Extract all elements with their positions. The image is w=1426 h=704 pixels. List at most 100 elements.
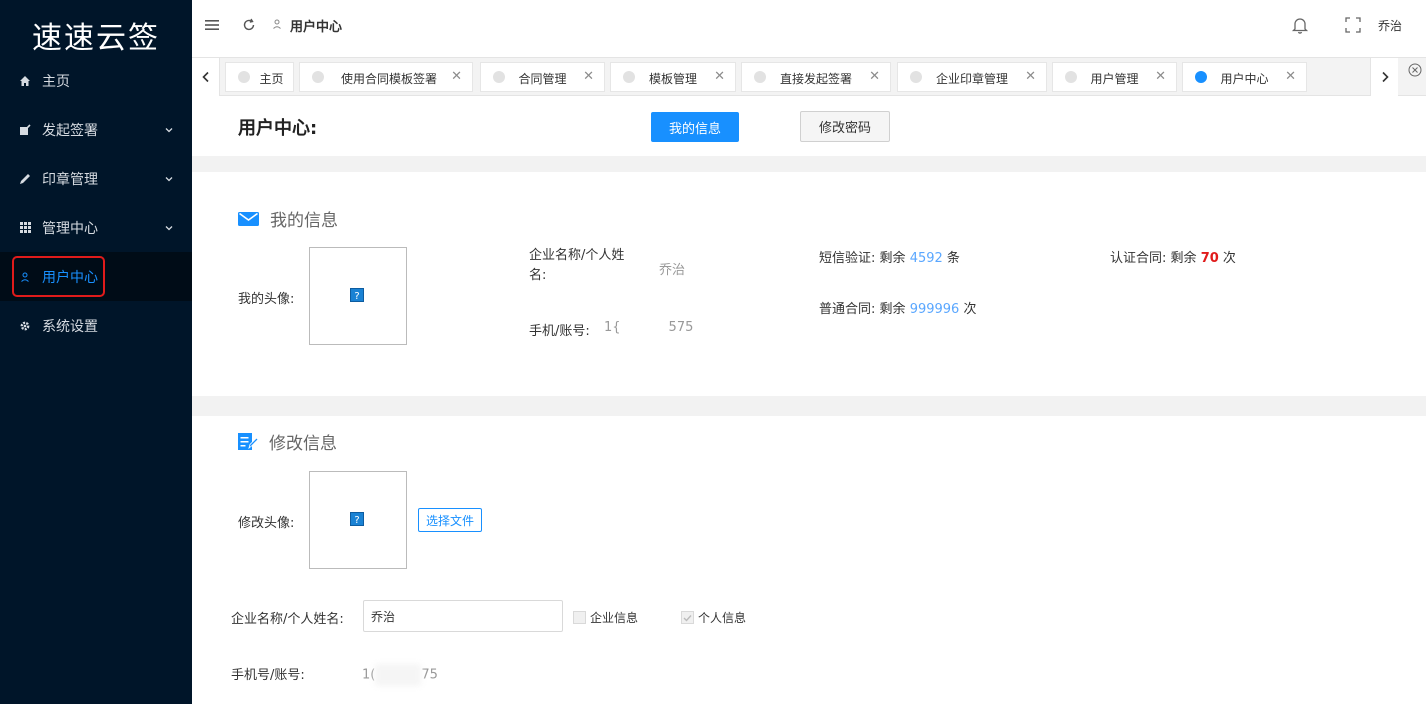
breadcrumb-label: 用户中心 <box>290 19 343 35</box>
close-icon[interactable]: ✕ <box>583 70 594 83</box>
close-icon[interactable]: ✕ <box>714 70 725 83</box>
section-title-my-info: 我的信息 <box>238 206 338 231</box>
avatar-label: 我的头像: <box>238 292 295 307</box>
tab-label: 使用合同模板签署 <box>340 72 437 86</box>
cert-remaining-text: 剩余 <box>1170 251 1197 266</box>
tab-template-manage[interactable]: 模板管理 ✕ <box>610 62 736 92</box>
cert-label: 认证合同: <box>1110 251 1167 266</box>
pen-icon <box>18 172 32 186</box>
account-prefix: 1( <box>362 667 376 683</box>
sms-label: 短信验证: <box>819 251 876 266</box>
close-icon[interactable]: ✕ <box>1285 70 1296 83</box>
chevron-left-icon <box>201 68 211 87</box>
choose-file-button[interactable]: 选择文件 <box>418 508 482 532</box>
redaction-blur <box>375 664 422 686</box>
chevron-right-icon <box>1380 68 1390 87</box>
sidebar-item-label: 系统设置 <box>42 318 98 335</box>
edit-avatar-preview: ? <box>309 471 407 569</box>
sidebar-item-settings[interactable]: 系统设置 <box>0 301 192 350</box>
tab-direct-sign[interactable]: 直接发起签署 ✕ <box>741 62 891 92</box>
checkbox-label: 企业信息 <box>590 611 639 625</box>
account-suffix: 75 <box>421 667 438 683</box>
close-icon[interactable]: ✕ <box>1025 70 1036 83</box>
company-info-checkbox[interactable]: 企业信息 <box>573 609 638 626</box>
refresh-icon[interactable] <box>242 18 256 32</box>
broken-image-icon: ? <box>350 288 366 304</box>
tab-user-manage[interactable]: 用户管理 ✕ <box>1052 62 1177 92</box>
sidebar-item-label: 管理中心 <box>42 220 98 237</box>
tab-seal-manage[interactable]: 企业印章管理 ✕ <box>897 62 1047 92</box>
chevron-down-icon <box>164 123 174 139</box>
broken-image-icon: ? <box>350 512 366 528</box>
edit-name-label: 企业名称/个人姓名: <box>231 612 344 627</box>
normal-contract-quota: 普通合同: 剩余 999996 次 <box>819 298 976 317</box>
edit-info-panel: 修改信息 修改头像: ? 选择文件 企业名称/个人姓名: 企业信息 个人信息 手… <box>192 416 1426 704</box>
normal-remaining-text: 剩余 <box>879 302 906 317</box>
account-prefix: 1{ <box>604 320 621 335</box>
edit-note-icon <box>238 432 258 451</box>
tabs-scroll-left-button[interactable] <box>192 58 220 96</box>
name-value: 乔治 <box>659 263 686 278</box>
close-icon[interactable]: ✕ <box>1155 70 1166 83</box>
username[interactable]: 乔治 <box>1378 17 1402 34</box>
user-icon <box>272 18 282 33</box>
normal-value: 999996 <box>909 302 960 317</box>
svg-text:?: ? <box>354 515 359 526</box>
account-suffix: 575 <box>668 320 694 335</box>
page-title: 用户中心: <box>238 118 318 139</box>
chevron-down-icon <box>164 172 174 188</box>
tabs-scroll-right-button[interactable] <box>1370 58 1398 96</box>
sidebar-item-label: 印章管理 <box>42 171 98 188</box>
tab-contract-template-sign[interactable]: 使用合同模板签署 ✕ <box>299 62 473 92</box>
name-input[interactable] <box>363 600 563 632</box>
tab-contract-manage[interactable]: 合同管理 ✕ <box>480 62 605 92</box>
normal-unit: 次 <box>963 302 977 317</box>
sidebar-item-home[interactable]: 主页 <box>0 56 192 105</box>
change-password-button[interactable]: 修改密码 <box>800 111 890 142</box>
check-icon <box>683 614 692 622</box>
sms-value: 4592 <box>909 251 943 266</box>
header-right: 乔治 <box>1290 0 1426 50</box>
tab-label: 直接发起签署 <box>779 72 852 86</box>
tab-label: 企业印章管理 <box>935 72 1008 86</box>
highlight-box <box>12 256 105 297</box>
edit-square-icon <box>18 123 32 137</box>
normal-label: 普通合同: <box>819 302 876 317</box>
close-icon[interactable]: ✕ <box>869 70 880 83</box>
sidebar-item-start-sign[interactable]: 发起签署 <box>0 105 192 154</box>
sidebar-item-seal[interactable]: 印章管理 <box>0 154 192 203</box>
section-title-label: 我的信息 <box>270 211 338 231</box>
close-icon[interactable]: ✕ <box>451 70 462 83</box>
breadcrumb: 用户中心 <box>272 16 342 35</box>
cert-contract-quota: 认证合同: 剩余 70 次 <box>1110 247 1236 266</box>
sidebar: 速速云签 主页 发起签署 印章管理 管理中心 用户中心 系统设置 <box>0 0 192 704</box>
checkbox-label: 个人信息 <box>698 611 747 625</box>
gear-icon <box>18 319 32 333</box>
sms-remaining-text: 剩余 <box>879 251 906 266</box>
main-content: 用户中心: 我的信息 修改密码 我的信息 我的头像: ? 企业名称/个人姓名: … <box>192 96 1426 704</box>
close-all-tabs-icon[interactable] <box>1408 62 1422 81</box>
tab-user-center[interactable]: 用户中心 ✕ <box>1182 62 1307 92</box>
sidebar-item-admin[interactable]: 管理中心 <box>0 203 192 252</box>
section-title-edit-info: 修改信息 <box>238 429 337 454</box>
name-label: 企业名称/个人姓名: <box>529 248 625 283</box>
tab-label: 主页 <box>259 72 284 86</box>
edit-account-value: 1( 75 <box>362 664 438 686</box>
checkbox-box <box>573 611 586 624</box>
cert-value: 70 <box>1200 251 1219 266</box>
checkbox-box <box>681 611 694 624</box>
cert-unit: 次 <box>1222 251 1236 266</box>
bell-icon[interactable] <box>1290 15 1310 35</box>
edit-avatar-label: 修改头像: <box>238 516 295 531</box>
tab-home[interactable]: 主页 <box>225 62 294 92</box>
personal-info-checkbox[interactable]: 个人信息 <box>681 609 746 626</box>
account-label: 手机/账号: <box>529 324 590 339</box>
fullscreen-icon[interactable] <box>1344 16 1362 34</box>
page-header-panel: 用户中心: 我的信息 修改密码 <box>192 96 1426 156</box>
home-icon <box>18 74 32 88</box>
chevron-down-icon <box>164 221 174 237</box>
my-info-button[interactable]: 我的信息 <box>651 112 739 142</box>
top-header: 用户中心 乔治 <box>192 0 1426 50</box>
menu-toggle-icon[interactable] <box>204 18 220 32</box>
avatar: ? <box>309 247 407 345</box>
